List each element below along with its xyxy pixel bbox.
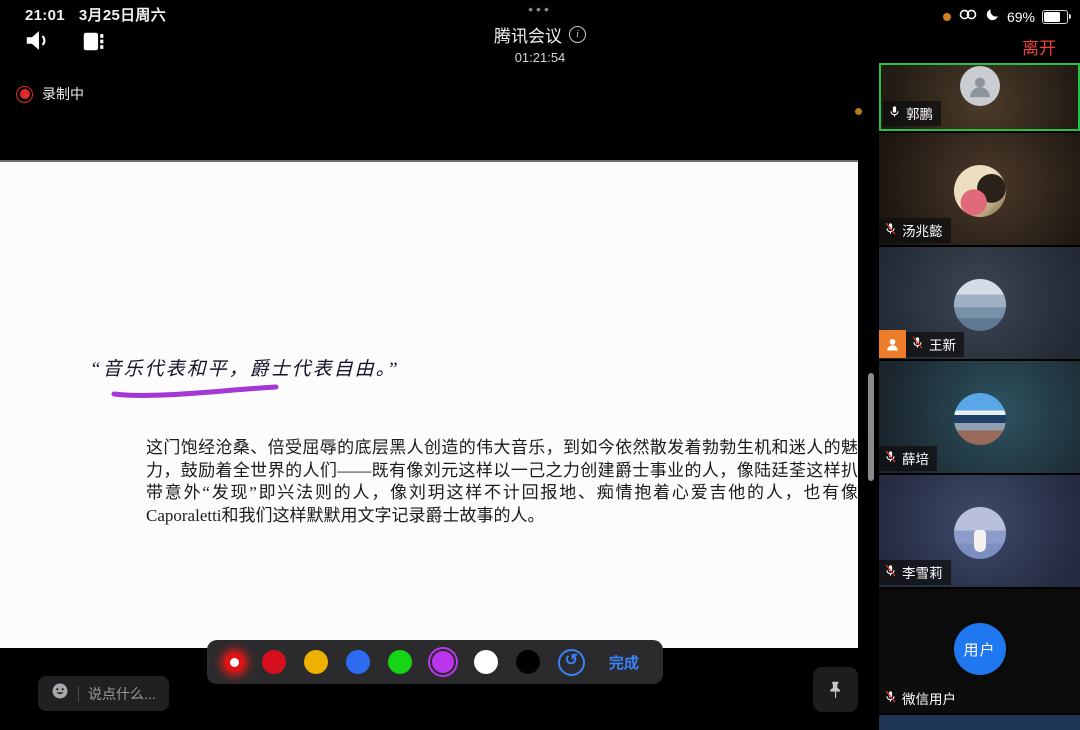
color-swatch-black[interactable]	[516, 650, 540, 674]
mic-muted-icon	[884, 690, 897, 706]
color-swatch-white[interactable]	[474, 650, 498, 674]
participant-tile-lixueli[interactable]: 李雪莉	[879, 475, 1080, 587]
color-swatch-red[interactable]	[262, 650, 286, 674]
avatar-text-circle: 用户	[954, 623, 1006, 675]
undo-icon[interactable]: ↺	[558, 649, 585, 676]
color-swatch-purple-selected[interactable]	[430, 649, 456, 675]
participants-sidebar: 郭鹏 汤兆懿 王新	[879, 0, 1080, 730]
pin-annotation-button[interactable]	[813, 667, 858, 712]
shared-screen-document[interactable]: “音乐代表和平，爵士代表自由。” 这门饱经沧桑、倍受屈辱的底层黑人创造的伟大音乐…	[0, 160, 858, 648]
participant-name-tag: 薛培	[879, 446, 937, 471]
mic-muted-icon	[911, 336, 924, 352]
meeting-info-icon[interactable]: i	[569, 26, 586, 43]
chat-input[interactable]: 说点什么...	[38, 676, 169, 711]
participant-name-tag: 微信用户	[879, 686, 964, 711]
chat-divider	[78, 686, 79, 702]
participant-tile-partial[interactable]	[879, 715, 1080, 730]
participant-name-tag: 李雪莉	[879, 560, 951, 585]
purple-annotation-underline	[108, 382, 284, 402]
active-pen-tool-indicator[interactable]	[225, 653, 244, 672]
avatar-misty-mountains	[954, 279, 1006, 331]
emoji-icon[interactable]	[51, 682, 69, 705]
recording-label: 录制中	[42, 84, 84, 104]
participant-tile-wechat-user[interactable]: 用户 微信用户	[879, 589, 1080, 713]
notification-dot	[855, 108, 862, 115]
participant-name: 汤兆懿	[902, 220, 943, 240]
host-badge-icon	[879, 330, 906, 358]
annotation-done-button[interactable]: 完成	[603, 651, 645, 674]
participant-name-tag: 郭鹏	[883, 101, 941, 126]
color-swatch-green[interactable]	[388, 650, 412, 674]
participant-tile-guopeng[interactable]: 郭鹏	[879, 63, 1080, 131]
avatar-girl-by-sea	[954, 507, 1006, 559]
participant-name: 郭鹏	[906, 103, 933, 123]
participant-name: 微信用户	[902, 688, 956, 708]
participant-tile-wangxin[interactable]: 王新	[879, 247, 1080, 359]
mic-muted-icon	[884, 450, 897, 466]
mic-muted-icon	[884, 222, 897, 238]
participant-name: 李雪莉	[902, 562, 943, 582]
color-swatch-blue[interactable]	[346, 650, 370, 674]
participant-tile-xuepei[interactable]: 薛培	[879, 361, 1080, 473]
recording-indicator: 录制中	[16, 84, 84, 104]
meeting-window: 21:013月25日周六 ••• 69% 腾讯会议 i 01:21:54 离开 …	[0, 0, 1080, 730]
participant-tile-tangzhaoyi[interactable]: 汤兆懿	[879, 133, 1080, 245]
avatar-cartoon	[954, 165, 1006, 217]
participant-name-tag: 汤兆懿	[879, 218, 951, 243]
color-swatch-yellow[interactable]	[304, 650, 328, 674]
avatar-silhouette	[960, 66, 1000, 106]
sidebar-scrollbar[interactable]	[868, 373, 874, 481]
recording-dot-icon	[16, 86, 33, 103]
avatar-lake-landscape	[954, 393, 1006, 445]
document-paragraph: 这门饱经沧桑、倍受屈辱的底层黑人创造的伟大音乐，到如今依然散发着勃勃生机和迷人的…	[146, 437, 858, 527]
chat-placeholder: 说点什么...	[88, 684, 156, 704]
annotation-toolbar: ↺ 完成	[207, 640, 663, 684]
mic-muted-icon	[884, 564, 897, 580]
participant-name-tag: 王新	[906, 332, 964, 357]
mic-on-icon	[888, 105, 901, 121]
meeting-title: 腾讯会议	[494, 22, 562, 47]
participant-name: 王新	[929, 334, 956, 354]
document-quote: “音乐代表和平，爵士代表自由。”	[90, 354, 400, 381]
participant-name: 薛培	[902, 448, 929, 468]
